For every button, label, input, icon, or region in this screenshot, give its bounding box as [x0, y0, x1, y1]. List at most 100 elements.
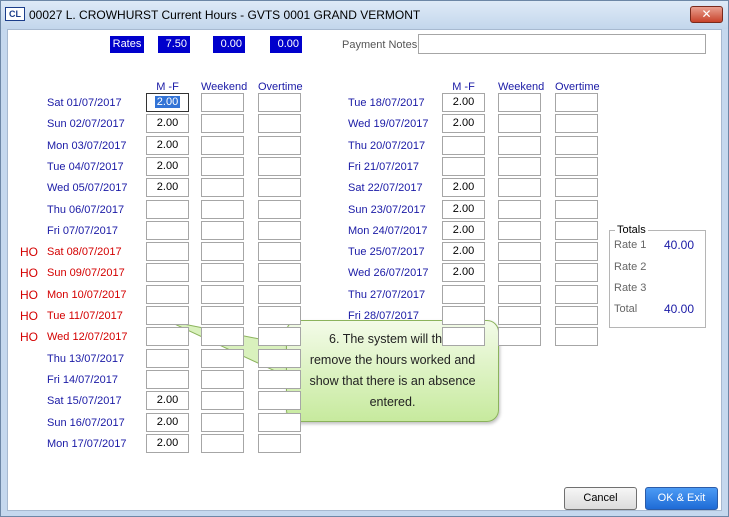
overtime-hours-input[interactable] — [258, 413, 301, 432]
overtime-hours-input[interactable] — [258, 391, 301, 410]
date-label: Fri 28/07/2017 — [348, 310, 419, 322]
weekend-hours-input[interactable] — [201, 178, 244, 197]
mf-hours-input[interactable]: 2.00 — [146, 178, 189, 197]
overtime-hours-input[interactable] — [555, 327, 598, 346]
overtime-hours-input[interactable] — [258, 434, 301, 453]
weekend-hours-input[interactable] — [498, 285, 541, 304]
date-label: Sun 23/07/2017 — [348, 204, 426, 216]
mf-hours-input[interactable] — [442, 306, 485, 325]
mf-hours-input[interactable]: 2.00 — [442, 221, 485, 240]
payment-notes-input[interactable] — [418, 34, 706, 54]
ok-exit-button[interactable]: OK & Exit — [645, 487, 718, 510]
weekend-hours-input[interactable] — [201, 136, 244, 155]
mf-hours-input[interactable]: 2.00 — [146, 114, 189, 133]
weekend-hours-input[interactable] — [498, 200, 541, 219]
mf-hours-input[interactable] — [442, 157, 485, 176]
mf-hours-input[interactable] — [146, 263, 189, 282]
weekend-hours-input[interactable] — [201, 263, 244, 282]
mf-hours-input[interactable]: 2.00 — [442, 114, 485, 133]
overtime-hours-input[interactable] — [258, 200, 301, 219]
totals-value: 40.00 — [663, 238, 694, 252]
weekend-hours-input[interactable] — [498, 306, 541, 325]
date-label: Thu 13/07/2017 — [47, 353, 125, 365]
weekend-hours-input[interactable] — [201, 200, 244, 219]
weekend-hours-input[interactable] — [498, 242, 541, 261]
overtime-hours-input[interactable] — [555, 157, 598, 176]
date-label: Mon 24/07/2017 — [348, 225, 428, 237]
mf-hours-input[interactable] — [146, 349, 189, 368]
weekend-hours-input[interactable] — [498, 221, 541, 240]
overtime-hours-input[interactable] — [258, 93, 301, 112]
overtime-hours-input[interactable] — [555, 306, 598, 325]
mf-hours-input[interactable]: 2.00 — [442, 242, 485, 261]
weekend-hours-input[interactable] — [201, 370, 244, 389]
cancel-button[interactable]: Cancel — [564, 487, 637, 510]
close-button[interactable]: ✕ — [690, 6, 723, 23]
weekend-hours-input[interactable] — [498, 136, 541, 155]
weekend-hours-input[interactable] — [201, 93, 244, 112]
weekend-hours-input[interactable] — [201, 242, 244, 261]
mf-hours-input[interactable] — [146, 285, 189, 304]
mf-hours-input[interactable] — [442, 285, 485, 304]
mf-hours-input[interactable]: 2.00 — [442, 93, 485, 112]
mf-hours-input[interactable] — [146, 327, 189, 346]
mf-hours-input[interactable] — [146, 370, 189, 389]
weekend-hours-input[interactable] — [201, 157, 244, 176]
overtime-hours-input[interactable] — [258, 157, 301, 176]
overtime-hours-input[interactable] — [555, 178, 598, 197]
overtime-hours-input[interactable] — [555, 136, 598, 155]
overtime-hours-input[interactable] — [258, 263, 301, 282]
weekend-hours-input[interactable] — [201, 114, 244, 133]
mf-hours-input[interactable] — [146, 221, 189, 240]
overtime-hours-input[interactable] — [555, 200, 598, 219]
mf-hours-input[interactable]: 2.00 — [146, 434, 189, 453]
overtime-hours-input[interactable] — [258, 370, 301, 389]
weekend-hours-input[interactable] — [498, 178, 541, 197]
overtime-hours-input[interactable] — [258, 306, 301, 325]
date-label: Tue 18/07/2017 — [348, 97, 425, 109]
overtime-hours-input[interactable] — [555, 93, 598, 112]
weekend-hours-input[interactable] — [498, 263, 541, 282]
overtime-hours-input[interactable] — [258, 242, 301, 261]
overtime-hours-input[interactable] — [258, 349, 301, 368]
mf-hours-input[interactable] — [146, 306, 189, 325]
mf-hours-input[interactable]: 2.00 — [442, 200, 485, 219]
date-label: Sat 08/07/2017 — [47, 246, 122, 258]
weekend-hours-input[interactable] — [201, 285, 244, 304]
mf-hours-input[interactable]: 2.00 — [146, 413, 189, 432]
overtime-hours-input[interactable] — [555, 285, 598, 304]
mf-hours-input[interactable] — [146, 200, 189, 219]
overtime-hours-input[interactable] — [555, 114, 598, 133]
weekend-hours-input[interactable] — [201, 349, 244, 368]
mf-hours-input[interactable]: 2.00 — [146, 93, 189, 112]
weekend-hours-input[interactable] — [201, 221, 244, 240]
mf-hours-input[interactable]: 2.00 — [442, 263, 485, 282]
overtime-hours-input[interactable] — [258, 114, 301, 133]
weekend-hours-input[interactable] — [201, 434, 244, 453]
overtime-hours-input[interactable] — [555, 263, 598, 282]
weekend-hours-input[interactable] — [498, 157, 541, 176]
overtime-hours-input[interactable] — [555, 221, 598, 240]
mf-hours-input[interactable]: 2.00 — [146, 157, 189, 176]
weekend-hours-input[interactable] — [201, 391, 244, 410]
overtime-hours-input[interactable] — [258, 136, 301, 155]
mf-hours-input[interactable] — [146, 242, 189, 261]
weekend-hours-input[interactable] — [498, 93, 541, 112]
mf-hours-input[interactable] — [442, 136, 485, 155]
weekend-hours-input[interactable] — [201, 306, 244, 325]
mf-hours-input[interactable]: 2.00 — [442, 178, 485, 197]
weekend-hours-input[interactable] — [201, 327, 244, 346]
mf-hours-input[interactable]: 2.00 — [146, 391, 189, 410]
date-label: Thu 27/07/2017 — [348, 289, 426, 301]
overtime-hours-input[interactable] — [258, 327, 301, 346]
overtime-hours-input[interactable] — [258, 221, 301, 240]
weekend-hours-input[interactable] — [498, 327, 541, 346]
mf-hours-input[interactable] — [442, 327, 485, 346]
overtime-hours-input[interactable] — [258, 285, 301, 304]
weekend-hours-input[interactable] — [498, 114, 541, 133]
overtime-hours-input[interactable] — [555, 242, 598, 261]
mf-hours-input[interactable]: 2.00 — [146, 136, 189, 155]
weekend-hours-input[interactable] — [201, 413, 244, 432]
date-label: Sun 02/07/2017 — [47, 118, 125, 130]
overtime-hours-input[interactable] — [258, 178, 301, 197]
